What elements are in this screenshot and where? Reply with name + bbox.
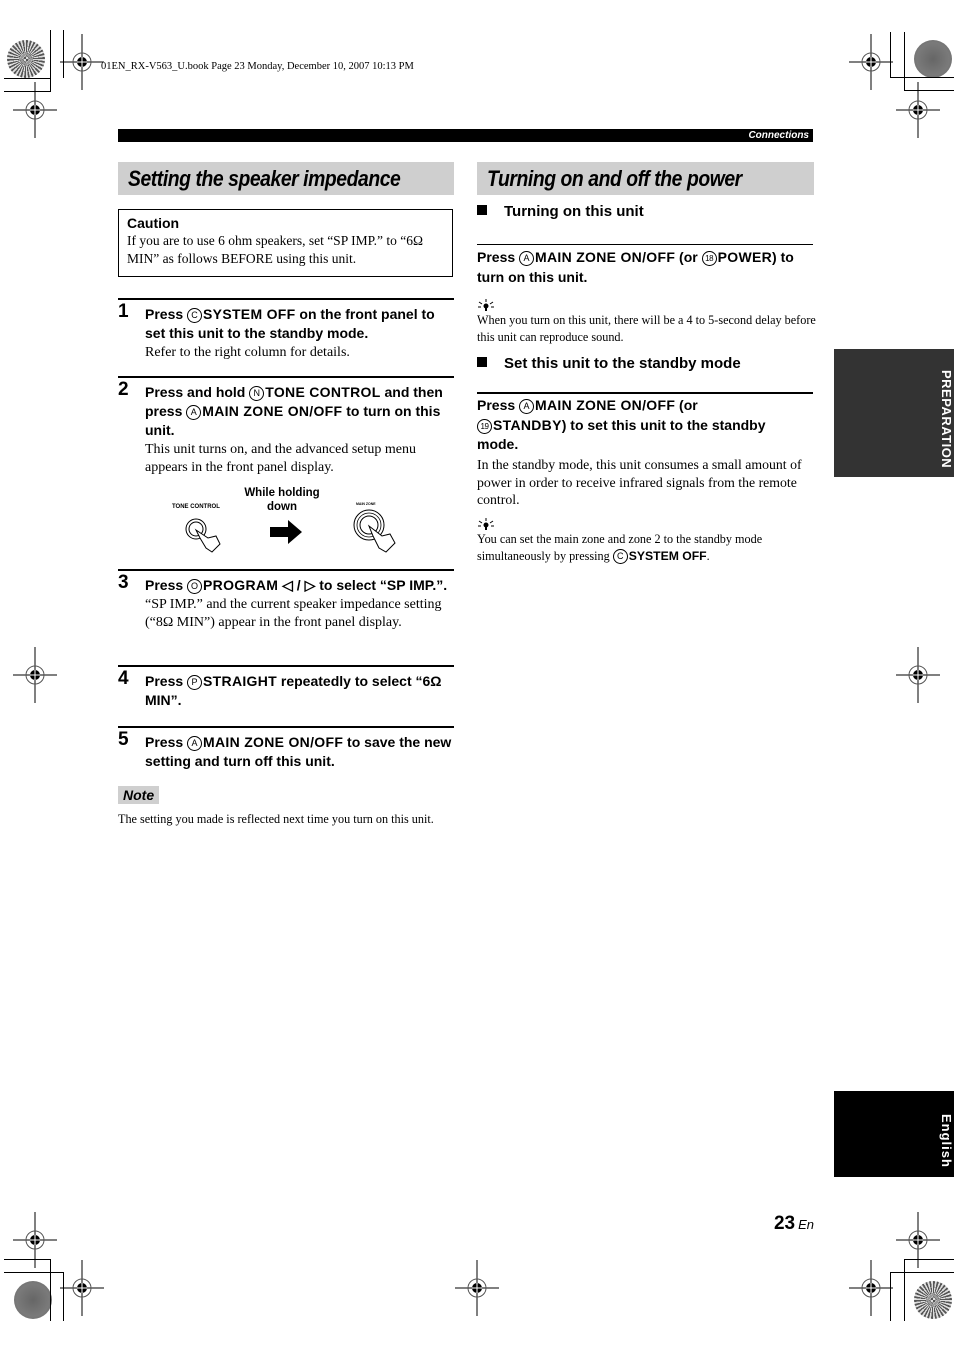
color-target-icon	[914, 40, 952, 78]
tip-lightbulb-icon	[478, 518, 494, 530]
key-name: MAIN ZONE ON/OFF	[202, 403, 343, 419]
key-name: STANDBY	[493, 416, 562, 433]
key-number-icon: 18	[701, 251, 717, 266]
page-number: 23 En	[773, 1213, 814, 1234]
key-letter-icon: N	[249, 386, 265, 401]
tip-lightbulb-icon	[478, 299, 494, 311]
registration-mark-icon	[12, 646, 58, 704]
key-letter-icon: P	[187, 675, 203, 690]
caution-box: Caution If you are to use 6 ohm speakers…	[118, 209, 453, 277]
step-instruction: Press P STRAIGHT repeatedly to select “6Ω…	[145, 673, 442, 708]
section-bar: Connections	[118, 129, 813, 142]
key-letter-icon: A	[519, 399, 535, 414]
while-holding-label: While holding down	[244, 487, 320, 513]
divider	[477, 244, 813, 245]
registration-mark-icon	[895, 646, 941, 704]
square-bullet-icon	[477, 205, 487, 215]
step-instruction: Press O PROGRAM ◁ / ▷ to select “SP IMP.”…	[145, 577, 448, 594]
step-description: This unit turns on, and the advanced set…	[145, 442, 416, 475]
standby-heading: Set this unit to the standby mode	[477, 355, 741, 372]
registration-mark-icon	[59, 33, 105, 91]
print-header: 01EN_RX-V563_U.book Page 23 Monday, Dece…	[101, 61, 414, 72]
divider	[477, 392, 813, 394]
square-bullet-icon	[477, 357, 487, 367]
turning-on-instruction: Press A MAIN ZONE ON/OFF (or 18 POWER) to …	[477, 249, 794, 285]
key-name: MAIN ZONE ON/OFF	[203, 734, 344, 750]
turning-on-heading: Turning on this unit	[477, 203, 644, 220]
caution-title: Caution	[127, 215, 180, 231]
main-zone-button-press-icon	[353, 509, 396, 553]
step-description: Refer to the right column for details.	[145, 345, 350, 360]
left-section-title: Setting the speaker impedance	[118, 162, 454, 195]
step-1: 1 Press C SYSTEM OFF on the front panel t…	[118, 298, 454, 362]
key-name: SYSTEM OFF	[628, 548, 707, 563]
key-name: MAIN ZONE ON/OFF	[535, 397, 676, 413]
key-name: MAIN ZONE ON/OFF	[535, 249, 676, 265]
key-name: TONE CONTROL	[265, 384, 381, 400]
standby-tip: You can set the main zone and zone 2 to …	[477, 532, 763, 564]
step-number: 5	[118, 729, 129, 750]
preparation-tab: PREPARATION	[834, 349, 954, 477]
step-2: 2 Press and hold N TONE CONTROL and then …	[118, 376, 454, 477]
step-number: 2	[118, 379, 129, 400]
step-instruction: Press and hold N TONE CONTROL and then pr…	[145, 384, 443, 438]
step-3: 3 Press O PROGRAM ◁ / ▷ to select “SP IMP…	[118, 569, 454, 632]
turning-on-tip: When you turn on this unit, there will b…	[477, 313, 816, 344]
step-instruction: Press C SYSTEM OFF on the front panel to …	[145, 306, 435, 341]
step-number: 3	[118, 572, 129, 593]
step-4: 4 Press P STRAIGHT repeatedly to select “…	[118, 665, 454, 710]
tone-control-label: TONE CONTROL	[172, 504, 220, 510]
key-name: STRAIGHT	[203, 673, 277, 689]
key-letter-icon: C	[612, 548, 628, 564]
registration-mark-icon	[454, 1259, 500, 1317]
tone-control-button-press-icon	[185, 518, 221, 553]
section-label: Connections	[748, 130, 809, 141]
key-letter-icon: A	[187, 736, 203, 751]
step-description: “SP IMP.” and the current speaker impeda…	[145, 597, 442, 630]
caution-text: If you are to use 6 ohm speakers, set “S…	[127, 233, 423, 266]
language-tab: English	[834, 1091, 954, 1177]
standby-instruction: Press A MAIN ZONE ON/OFF (or 19 STANDBY) t…	[477, 397, 766, 452]
main-zone-label: MAIN ZONE	[356, 502, 376, 506]
key-name: POWER	[717, 249, 773, 265]
note-label: Note	[118, 786, 160, 804]
note-text: The setting you made is reflected next t…	[118, 812, 434, 826]
step-number: 4	[118, 668, 129, 689]
standby-description: In the standby mode, this unit consumes …	[477, 457, 802, 507]
button-illustration: TONE CONTROL While holding down MAIN ZON…	[160, 484, 410, 556]
key-letter-icon: C	[187, 308, 203, 323]
key-letter-icon: O	[187, 579, 203, 594]
arrow-right-icon	[270, 520, 302, 544]
right-section-title: Turning on and off the power	[477, 162, 814, 195]
registration-mark-icon	[848, 33, 894, 91]
key-name: SYSTEM OFF	[203, 306, 296, 322]
step-5: 5 Press A MAIN ZONE ON/OFF to save the ne…	[118, 726, 454, 771]
registration-mark-icon	[848, 1259, 894, 1317]
step-instruction: Press A MAIN ZONE ON/OFF to save the new …	[145, 734, 452, 769]
left-section-title-text: Setting the speaker impedance	[128, 166, 401, 191]
right-section-title-text: Turning on and off the power	[487, 166, 742, 191]
color-target-icon	[14, 1281, 52, 1319]
key-name: PROGRAM	[203, 577, 279, 593]
color-target-icon	[914, 1281, 952, 1319]
key-letter-icon: A	[519, 251, 535, 266]
key-letter-icon: A	[186, 405, 202, 420]
step-number: 1	[118, 301, 129, 322]
registration-mark-icon	[59, 1259, 105, 1317]
color-target-icon	[7, 40, 45, 78]
key-number-icon: 19	[477, 418, 492, 434]
